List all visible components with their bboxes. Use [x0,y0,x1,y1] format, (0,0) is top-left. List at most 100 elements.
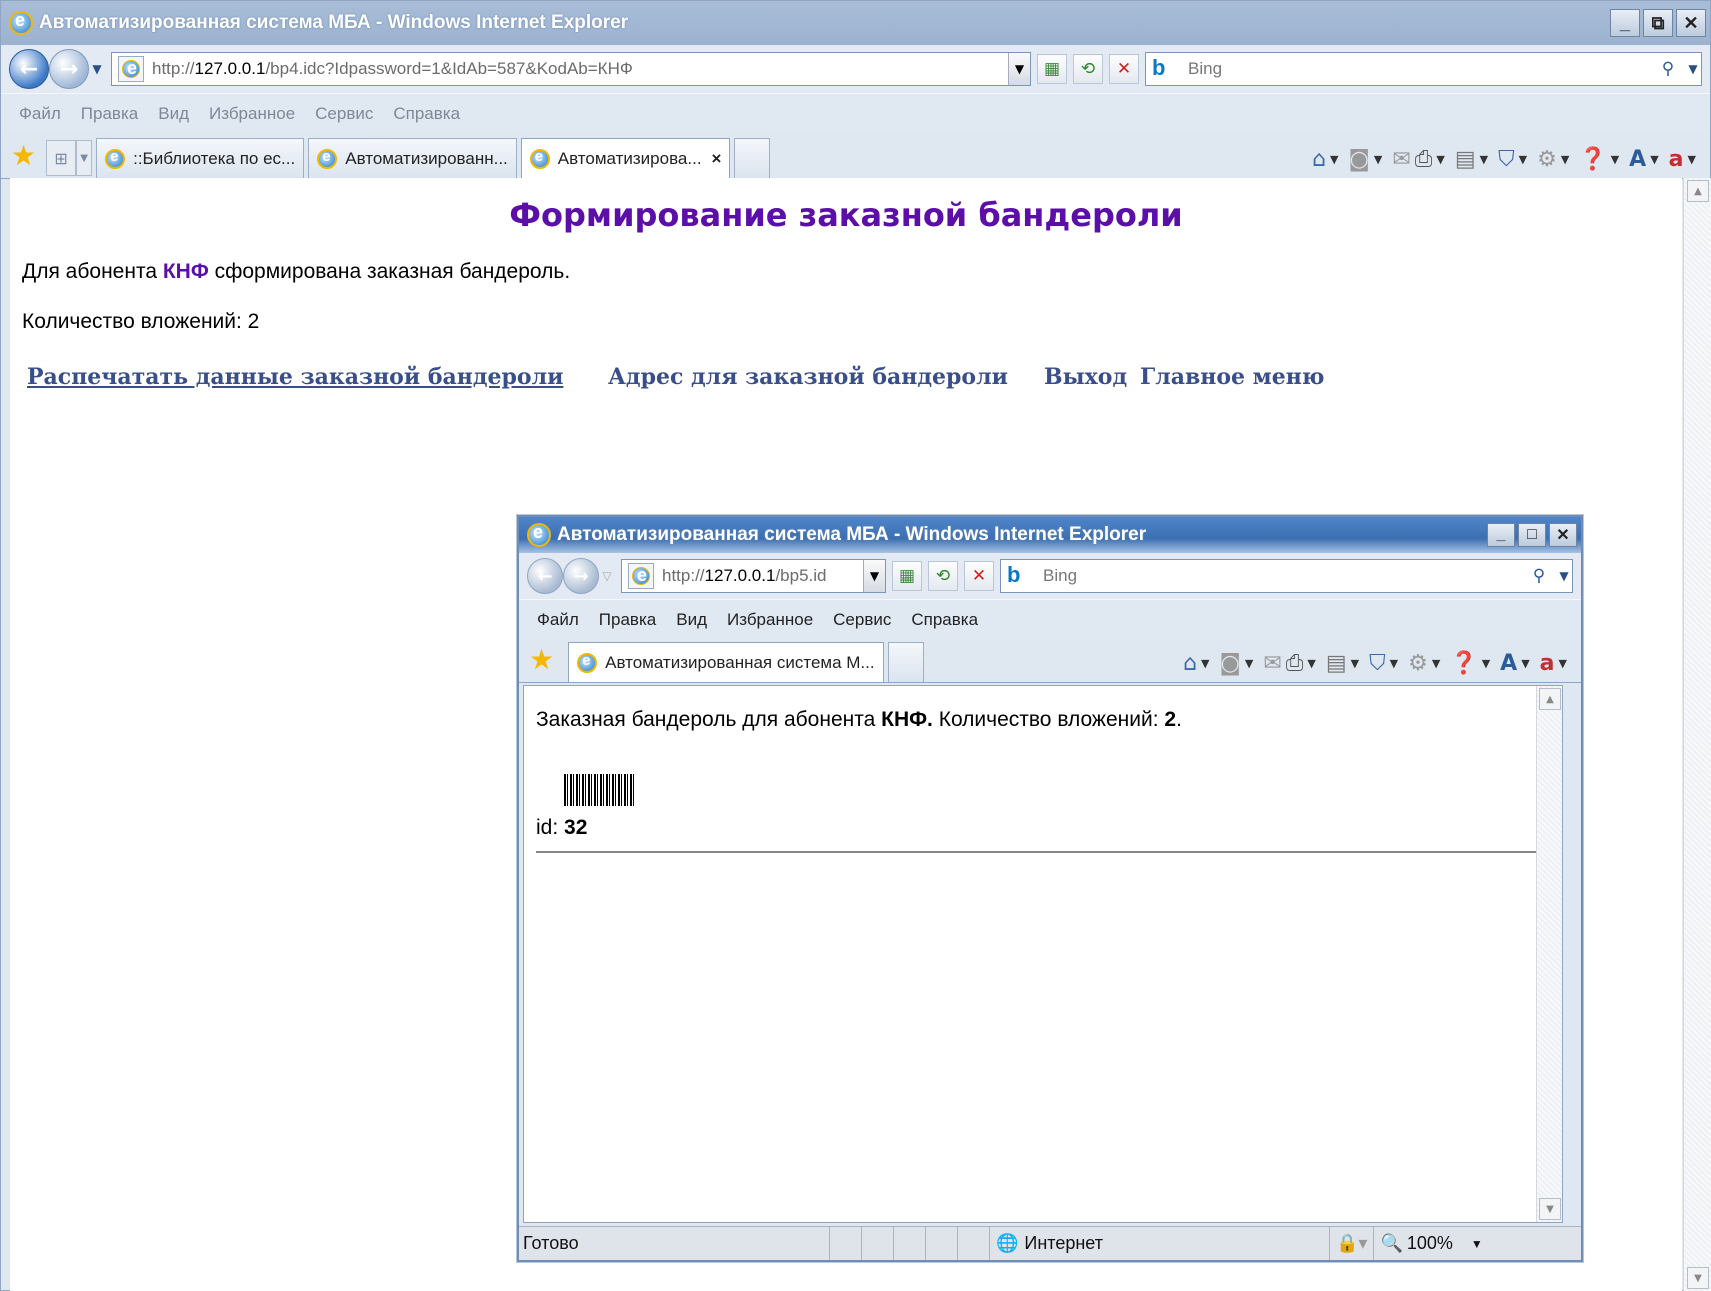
minimize-button[interactable]: _ [1610,9,1640,37]
tab-automated-active[interactable]: Автоматизирова... × [520,138,731,178]
popup-menu-view[interactable]: Вид [676,610,707,630]
popup-new-tab-button[interactable] [887,642,924,682]
zoom-dropdown-icon[interactable]: ▼ [1471,1237,1483,1251]
popup-address-bar[interactable]: http://127.0.0.1/bp5.id ▼ [621,559,886,593]
popup-forward-button[interactable]: → [563,558,599,594]
tools-dropdown-icon[interactable]: ▼ [1561,153,1569,166]
popup-print-dropdown-icon[interactable]: ▼ [1307,657,1315,670]
address-bar[interactable]: http://127.0.0.1/bp4.idc?Idpassword=1&Id… [111,52,1031,86]
popup-refresh-icon[interactable]: ⟲ [928,561,958,591]
popup-history-dropdown-icon[interactable]: ▽ [599,569,615,583]
stop-icon[interactable]: ✕ [1109,54,1139,84]
popup-safety-dropdown-icon[interactable]: ▼ [1390,657,1398,670]
scroll-down-icon[interactable]: ▼ [1687,1267,1709,1289]
popup-scroll-down-icon[interactable]: ▼ [1539,1198,1561,1220]
popup-menu-edit[interactable]: Правка [599,610,656,630]
popup-tools-dropdown-icon[interactable]: ▼ [1432,657,1440,670]
popup-font-size-icon[interactable]: A [1500,651,1517,676]
exit-link[interactable]: Выход [1044,364,1127,390]
print-icon[interactable]: ⎙ [1415,147,1433,172]
popup-safety-icon[interactable]: ⛉ [1369,651,1386,676]
popup-maximize-button[interactable]: □ [1518,523,1546,547]
address-dropdown-icon[interactable]: ▼ [1008,53,1030,85]
menu-view[interactable]: Вид [158,104,189,124]
popup-tab-active[interactable]: Автоматизированная система М... [568,642,884,682]
popup-menu-tools[interactable]: Сервис [833,610,891,630]
popup-print-icon[interactable]: ⎙ [1286,651,1304,676]
popup-compatibility-icon[interactable]: ▦ [892,561,922,591]
scroll-up-icon[interactable]: ▲ [1687,180,1709,202]
address-url[interactable]: http://127.0.0.1/bp4.idc?Idpassword=1&Id… [152,59,1008,79]
parcel-address-link[interactable]: Адрес для заказной бандероли [608,364,1008,390]
popup-help-dropdown-icon[interactable]: ▼ [1482,657,1490,670]
popup-home-dropdown-icon[interactable]: ▼ [1201,657,1209,670]
popup-minimize-button[interactable]: _ [1487,523,1515,547]
popup-help-icon[interactable]: ❓ [1450,651,1477,676]
translate-icon[interactable]: a [1669,147,1684,172]
popup-search-icon[interactable]: ⚲ [1524,561,1554,591]
main-scrollbar[interactable]: ▲ ▼ [1683,178,1711,1291]
font-size-dropdown-icon[interactable]: ▼ [1650,153,1658,166]
popup-back-button[interactable]: ← [527,558,563,594]
popup-feeds-dropdown-icon[interactable]: ▼ [1245,657,1253,670]
compatibility-view-icon[interactable]: ▦ [1037,54,1067,84]
help-icon[interactable]: ❓ [1579,147,1606,172]
menu-tools[interactable]: Сервис [315,104,373,124]
page-dropdown-icon[interactable]: ▼ [1480,153,1488,166]
main-menu-link[interactable]: Главное меню [1140,364,1324,390]
popup-search-options-icon[interactable]: ▼ [1556,569,1572,583]
feeds-dropdown-icon[interactable]: ▼ [1374,153,1382,166]
protected-mode-icon[interactable]: 🔒▾ [1329,1227,1373,1260]
print-dropdown-icon[interactable]: ▼ [1436,153,1444,166]
popup-mail-icon[interactable]: ✉ [1263,651,1281,676]
menu-help[interactable]: Справка [393,104,460,124]
favorites-star-icon[interactable]: ★ [11,139,36,172]
popup-menu-help[interactable]: Справка [911,610,978,630]
safety-icon[interactable]: ⛉ [1498,147,1515,172]
popup-page-menu-icon[interactable]: ▤ [1326,651,1347,676]
tab-automated-1[interactable]: Автоматизированн... [308,138,517,178]
menu-file[interactable]: Файл [19,104,61,124]
popup-scrollbar[interactable]: ▲ ▼ [1536,686,1562,1222]
tab-library[interactable]: ::Библиотека по ес... [96,138,305,178]
new-tab-button[interactable] [734,138,771,178]
search-options-icon[interactable]: ▼ [1685,62,1701,76]
popup-scroll-up-icon[interactable]: ▲ [1539,688,1561,710]
zoom-control[interactable]: 🔍 100% ▼ [1373,1227,1488,1260]
mail-icon[interactable]: ✉ [1392,147,1410,172]
print-parcel-link[interactable]: Распечатать данные заказной бандероли [27,364,563,390]
page-menu-icon[interactable]: ▤ [1455,147,1476,172]
feeds-icon[interactable]: ◙ [1349,147,1370,172]
menu-edit[interactable]: Правка [81,104,138,124]
home-dropdown-icon[interactable]: ▼ [1330,153,1338,166]
popup-address-url[interactable]: http://127.0.0.1/bp5.id [662,566,863,586]
popup-translate-icon[interactable]: a [1540,651,1555,676]
tab-list-dropdown-icon[interactable]: ▼ [76,140,93,176]
menu-favorites[interactable]: Избранное [209,104,295,124]
popup-menu-file[interactable]: Файл [537,610,579,630]
safety-dropdown-icon[interactable]: ▼ [1519,153,1527,166]
forward-button[interactable]: → [49,49,89,89]
search-icon[interactable]: ⚲ [1653,54,1683,84]
popup-favorites-star-icon[interactable]: ★ [529,643,554,676]
close-button[interactable]: ✕ [1676,9,1706,37]
tab-close-icon[interactable]: × [712,149,722,169]
popup-address-dropdown-icon[interactable]: ▼ [863,560,885,592]
popup-tools-gear-icon[interactable]: ⚙ [1408,651,1428,676]
popup-font-size-dropdown-icon[interactable]: ▼ [1521,657,1529,670]
restore-button[interactable]: ⧉ [1643,9,1673,37]
font-size-icon[interactable]: A [1629,147,1646,172]
back-button[interactable]: ← [9,49,49,89]
popup-home-icon[interactable]: ⌂ [1183,651,1197,676]
history-dropdown-icon[interactable]: ▼ [89,62,105,76]
home-icon[interactable]: ⌂ [1312,147,1326,172]
help-dropdown-icon[interactable]: ▼ [1611,153,1619,166]
popup-translate-dropdown-icon[interactable]: ▼ [1559,657,1567,670]
popup-feeds-icon[interactable]: ◙ [1220,651,1241,676]
quick-tabs-icon[interactable]: ⊞ [46,140,77,176]
tools-gear-icon[interactable]: ⚙ [1537,147,1557,172]
popup-menu-favorites[interactable]: Избранное [727,610,813,630]
search-box[interactable]: b Bing ⚲ ▼ [1145,52,1702,86]
popup-close-button[interactable]: ✕ [1549,523,1577,547]
popup-page-dropdown-icon[interactable]: ▼ [1351,657,1359,670]
